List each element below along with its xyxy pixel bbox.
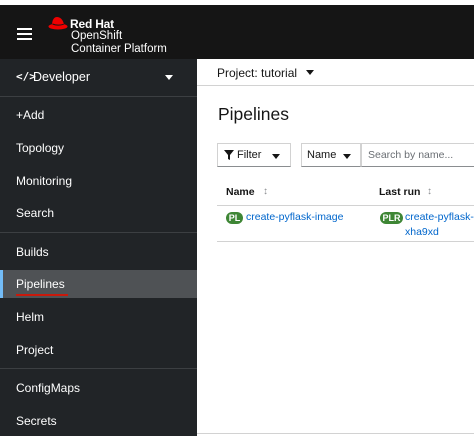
filter-icon — [224, 150, 234, 160]
caret-down-icon — [165, 75, 173, 80]
sidebar-item-topology[interactable]: Topology — [0, 134, 197, 162]
sidebar-divider — [0, 232, 197, 233]
column-header-last-run[interactable]: Last run — [379, 186, 420, 198]
sidebar-item-configmaps[interactable]: ConfigMaps — [0, 374, 197, 402]
sidebar-divider — [0, 368, 197, 369]
sidebar-item-label: Topology — [16, 141, 65, 155]
pipeline-run-badge: PLR — [380, 212, 403, 224]
sidebar-item-label: ConfigMaps — [16, 381, 81, 395]
sidebar-item-label: Monitoring — [16, 174, 73, 188]
sidebar-item-builds[interactable]: Builds — [0, 238, 197, 266]
column-header-name[interactable]: Name — [226, 186, 255, 198]
sidebar-item-search[interactable]: Search — [0, 199, 197, 227]
bottom-border — [197, 433, 474, 434]
project-selector-bar: Project: tutorial — [197, 59, 474, 86]
sidebar-nav: </> Developer +Add Topology Monitoring S… — [0, 59, 197, 436]
brand-line3: Container Platform — [71, 43, 167, 55]
sidebar-item-add[interactable]: +Add — [0, 101, 197, 129]
app-window: Red Hat OpenShift Container Platform </>… — [0, 0, 474, 436]
brand-line2: OpenShift — [71, 30, 123, 42]
sidebar-item-label: +Add — [16, 108, 45, 122]
page-title: Pipelines — [218, 104, 290, 124]
sidebar-item-label: Helm — [16, 310, 45, 324]
perspective-label: Developer — [33, 70, 90, 84]
pipeline-name-link[interactable]: create-pyflask-image — [246, 211, 343, 223]
project-selector[interactable]: Project: tutorial — [217, 66, 297, 80]
sidebar-item-secrets[interactable]: Secrets — [0, 407, 197, 435]
table-header-divider — [217, 205, 474, 206]
filter-type-select[interactable]: Name — [301, 143, 361, 167]
brand-line1: Red Hat — [70, 17, 114, 31]
sidebar-item-label: Builds — [16, 245, 49, 259]
sidebar-item-label: Search — [16, 206, 55, 220]
active-underline — [16, 294, 68, 296]
caret-down-icon — [343, 154, 351, 159]
caret-down-icon[interactable] — [306, 70, 314, 75]
search-input[interactable] — [361, 143, 474, 167]
filter-type-value: Name — [307, 149, 337, 161]
caret-down-icon — [272, 154, 280, 159]
filter-dropdown[interactable]: Filter — [217, 143, 291, 167]
sidebar-item-pipelines[interactable]: Pipelines — [0, 270, 197, 298]
sidebar-item-label: Project — [16, 343, 54, 357]
redhat-fedora-icon — [48, 17, 68, 30]
perspective-switcher[interactable]: </> Developer — [0, 59, 197, 97]
sort-icon[interactable]: ↕ — [427, 186, 432, 197]
sidebar-item-label: Secrets — [16, 414, 57, 428]
sort-icon[interactable]: ↕ — [263, 186, 268, 197]
sidebar-item-monitoring[interactable]: Monitoring — [0, 167, 197, 195]
masthead: Red Hat OpenShift Container Platform — [0, 5, 474, 59]
pipeline-run-link[interactable]: create-pyflask-i — [405, 211, 474, 223]
pipeline-run-link-continued[interactable]: xha9xd — [405, 226, 439, 238]
sidebar-item-project[interactable]: Project — [0, 336, 197, 364]
table-row-divider — [217, 241, 474, 242]
sidebar-item-label: Pipelines — [16, 277, 65, 291]
filter-label: Filter — [237, 149, 262, 161]
hamburger-menu-icon[interactable] — [17, 28, 32, 40]
pipeline-badge: PL — [226, 212, 243, 224]
sidebar-item-helm[interactable]: Helm — [0, 303, 197, 331]
